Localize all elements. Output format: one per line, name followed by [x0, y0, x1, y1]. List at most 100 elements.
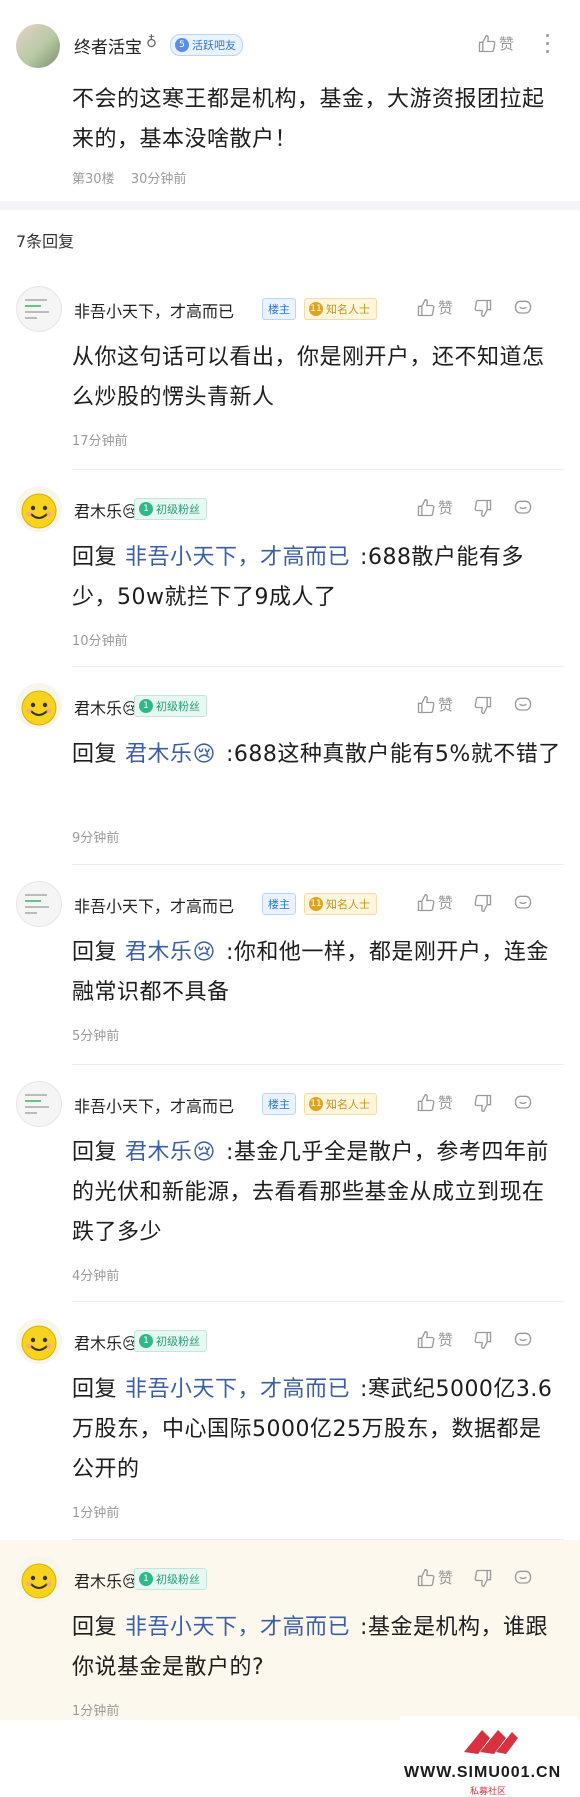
reply-prefix: 回复 [72, 1377, 118, 1402]
reply-to-user-link[interactable]: 非吾小天下，才高而已 [125, 545, 350, 570]
username[interactable]: 君木乐😢 [74, 1330, 139, 1354]
badge-label: 初级粉丝 [156, 700, 200, 713]
username[interactable]: 非吾小天下，才高而已 [74, 298, 234, 322]
level-icon: 11 [309, 897, 323, 911]
reply-content: 从你这句话可以看出，你是刚开户，还不知道怎么炒股的愣头青新人 [72, 338, 562, 418]
comment-reply-icon[interactable] [513, 1330, 533, 1350]
top-post: 终者活宝 ♁ 5 活跃吧友 赞 不会的这寒王都是机构，基金，大游资报团拉起来的，… [0, 0, 580, 200]
reply-to-user-link[interactable]: 非吾小天下，才高而已 [125, 1377, 350, 1402]
level-icon: 11 [309, 302, 323, 316]
thumbs-up-icon [417, 893, 435, 911]
active-user-badge: 5 活跃吧友 [170, 34, 243, 56]
username[interactable]: 终者活宝 [74, 33, 142, 58]
reply-to-user-link[interactable]: 君木乐😢 [125, 1140, 216, 1165]
avatar[interactable] [16, 1556, 62, 1602]
thumbs-down-icon[interactable] [473, 695, 493, 715]
reply-item: 君木乐😢 1 初级粉丝赞回复 君木乐😢:688这种真散户能有5%就不错了 9分钟前 [0, 667, 580, 865]
level-icon: 5 [175, 38, 189, 52]
username[interactable]: 君木乐😢 [74, 1568, 139, 1592]
reply-count: 7条回复 [16, 232, 75, 251]
avatar[interactable] [16, 683, 62, 729]
reply-to-user-link[interactable]: 君木乐😢 [125, 742, 216, 767]
like-button[interactable]: 赞 [416, 892, 453, 913]
avatar[interactable] [16, 1081, 62, 1127]
watermark: WWW.SIMU001.CN 私募社区 [400, 1716, 578, 1797]
reply-to-user-link[interactable]: 君木乐😢 [125, 940, 216, 965]
reply-prefix: 回复 [72, 545, 118, 570]
reply-actions: 赞 [416, 1567, 533, 1588]
smiley-avatar-icon [21, 690, 57, 726]
post-meta: 第30楼 30分钟前 [72, 168, 186, 187]
badge-label: 初级粉丝 [156, 1335, 200, 1348]
reply-item: 君木乐😢 1 初级粉丝 赞回复 非吾小天下，才高而已:基金是机构，谁跟你说基金是散户的?… [0, 1540, 580, 1720]
level-icon: 11 [309, 1097, 323, 1111]
floor-number: 第30楼 [72, 172, 115, 187]
thumbs-down-icon[interactable] [473, 1568, 493, 1588]
comment-reply-icon[interactable] [513, 298, 533, 318]
reply-prefix: 回复 [72, 940, 118, 965]
rank-badge: 1 初级粉丝 [134, 498, 207, 520]
comment-reply-icon[interactable] [513, 1568, 533, 1588]
smiley-avatar-icon [21, 1563, 57, 1599]
username[interactable]: 非吾小天下，才高而已 [74, 1093, 234, 1117]
stock-screenshot-avatar-icon [25, 894, 49, 914]
thumbs-up-icon [417, 498, 435, 516]
username[interactable]: 君木乐😢 [74, 695, 139, 719]
reply-time: 4分钟前 [72, 1269, 120, 1284]
avatar[interactable] [16, 1318, 62, 1364]
reply-time: 1分钟前 [72, 1704, 120, 1719]
owner-badge: 楼主 [262, 1093, 296, 1115]
username[interactable]: 君木乐😢 [74, 498, 139, 522]
reply-time: 5分钟前 [72, 1029, 120, 1044]
avatar[interactable] [16, 881, 62, 927]
thumbs-down-icon[interactable] [473, 1093, 493, 1113]
reply-prefix: 回复 [72, 742, 118, 767]
thumbs-down-icon[interactable] [473, 1330, 493, 1350]
more-options-icon[interactable] [546, 34, 550, 53]
like-button[interactable]: 赞 [416, 297, 453, 318]
like-button[interactable]: 赞 [477, 33, 514, 54]
like-button[interactable]: 赞 [416, 1567, 453, 1588]
reply-actions: 赞 [416, 497, 533, 518]
smiley-avatar-icon [21, 493, 57, 529]
thumbs-down-icon[interactable] [473, 893, 493, 913]
like-label: 赞 [438, 696, 454, 714]
rank-badge: 1 初级粉丝 [134, 1330, 207, 1352]
reply-time: 17分钟前 [72, 434, 128, 449]
comment-reply-icon[interactable] [513, 893, 533, 913]
badge-label: 活跃吧友 [192, 39, 236, 52]
username[interactable]: 非吾小天下，才高而已 [74, 893, 234, 917]
like-button[interactable]: 赞 [416, 497, 453, 518]
like-button[interactable]: 赞 [416, 694, 453, 715]
watermark-site: WWW.SIMU001.CN [404, 1764, 562, 1781]
thumbs-up-icon [478, 34, 496, 52]
comment-reply-icon[interactable] [513, 1093, 533, 1113]
smiley-avatar-icon [21, 1325, 57, 1361]
like-button[interactable]: 赞 [416, 1092, 453, 1113]
like-label: 赞 [438, 499, 454, 517]
badge-label: 知名人士 [326, 1098, 370, 1111]
gender-icon: ♁ [146, 33, 157, 51]
comment-reply-icon[interactable] [513, 695, 533, 715]
like-button[interactable]: 赞 [416, 1329, 453, 1350]
reply-item: 非吾小天下，才高而已 楼主 11 知名人士 赞回复 君木乐😢:你和他一样，都是刚开户，连金… [0, 865, 580, 1065]
avatar[interactable] [16, 486, 62, 532]
level-icon: 1 [139, 699, 153, 713]
reply-to-user-link[interactable]: 非吾小天下，才高而已 [125, 1615, 350, 1640]
avatar[interactable] [16, 286, 62, 332]
thumbs-up-icon [417, 298, 435, 316]
reply-item: 君木乐😢 1 初级粉丝 赞回复 非吾小天下，才高而已:688散户能有多少，50w就拦下了… [0, 470, 580, 667]
reply-prefix: 回复 [72, 1140, 118, 1165]
thumbs-up-icon [417, 1093, 435, 1111]
thumbs-down-icon[interactable] [473, 298, 493, 318]
comment-reply-icon[interactable] [513, 498, 533, 518]
thumbs-down-icon[interactable] [473, 498, 493, 518]
badge-label: 知名人士 [326, 898, 370, 911]
level-icon: 1 [139, 1334, 153, 1348]
section-divider [0, 201, 580, 210]
like-label: 赞 [438, 1331, 454, 1349]
watermark-tagline: 私募社区 [470, 1787, 507, 1797]
reply-content: 回复 非吾小天下，才高而已:688散户能有多少，50w就拦下了9成人了 [72, 538, 562, 618]
reply-content: 回复 君木乐😢:你和他一样，都是刚开户，连金融常识都不具备 [72, 933, 562, 1013]
avatar[interactable] [16, 24, 60, 68]
